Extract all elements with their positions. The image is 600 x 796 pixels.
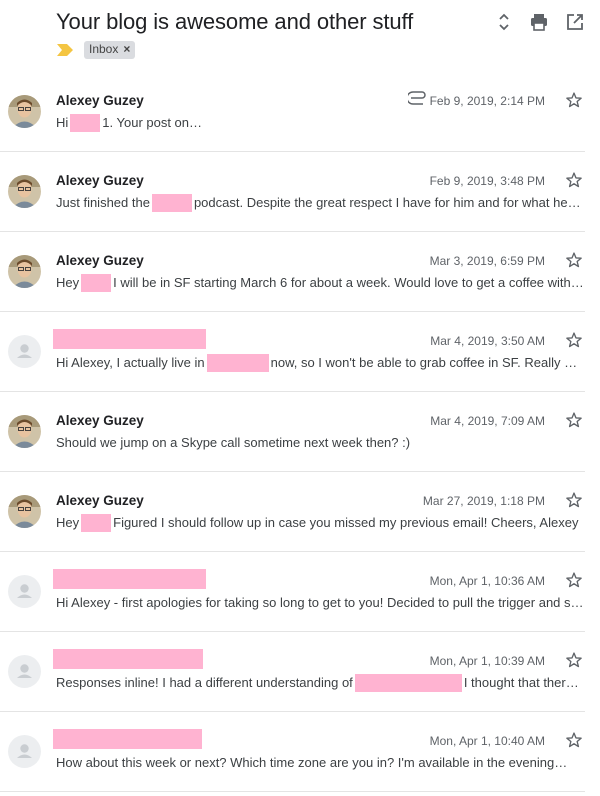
- avatar: [8, 735, 41, 768]
- message-date: Feb 9, 2019, 2:14 PM: [429, 94, 545, 108]
- avatar: [8, 255, 41, 288]
- importance-marker-icon[interactable]: [56, 43, 74, 57]
- print-icon[interactable]: [529, 12, 549, 32]
- snippet-text: Should we jump on a Skype call sometime …: [56, 435, 411, 450]
- sender-name: Alexey Guzey: [56, 93, 144, 108]
- redacted-sender: [53, 569, 206, 589]
- redacted-text: [354, 674, 462, 692]
- message-row[interactable]: Alexey Guzey Feb 9, 2019, 3:48 PM Just fin…: [0, 152, 585, 232]
- snippet-text: Responses inline! I had a different unde…: [56, 675, 353, 690]
- snippet-text: Hey: [56, 275, 80, 290]
- redacted-text: [191, 114, 584, 132]
- thread-subject: Your blog is awesome and other stuff: [56, 9, 414, 34]
- avatar: [8, 655, 41, 688]
- avatar: [8, 495, 41, 528]
- avatar: [8, 415, 41, 448]
- avatar: [8, 95, 41, 128]
- snippet-text: I will be in SF starting March 6 for abo…: [113, 275, 584, 290]
- snippet-text: I thought that there…: [463, 675, 584, 690]
- message-date: Mon, Apr 1, 10:40 AM: [429, 734, 545, 748]
- snippet-text: Just finished the: [56, 195, 150, 210]
- avatar: [8, 335, 41, 368]
- snippet-text: Hi Alexey - first apologies for taking s…: [56, 595, 584, 610]
- message-snippet: How about this week or next? Which time …: [56, 754, 584, 772]
- redacted-text: [81, 274, 112, 292]
- unfold-icon[interactable]: [494, 12, 514, 32]
- message-snippet: Hi 1. Your post on: [56, 114, 584, 132]
- star-icon[interactable]: [565, 251, 583, 269]
- avatar: [8, 175, 41, 208]
- snippet-text: How about this week or next? Which time …: [56, 755, 555, 770]
- thread-labels: Inbox ×: [56, 40, 136, 60]
- message-snippet: Hi Alexey - first apologies for taking s…: [56, 594, 584, 612]
- redacted-text: [70, 114, 101, 132]
- message-row[interactable]: Alexey Guzey Mar 3, 2019, 6:59 PM Hey I wil…: [0, 232, 585, 312]
- snippet-text: Hey: [56, 515, 80, 530]
- sender-name: Alexey Guzey: [56, 253, 144, 268]
- redacted-text: [206, 354, 269, 372]
- message-snippet: Hey I will be in SF starting March 6 for …: [56, 274, 584, 292]
- thread-header: Your blog is awesome and other stuff Inb…: [0, 0, 600, 78]
- snippet-text: Hi Alexey, I actually live in: [56, 355, 205, 370]
- message-list: Alexey Guzey Feb 9, 2019, 2:14 PM Hi 1. You…: [0, 72, 600, 792]
- message-snippet: Should we jump on a Skype call sometime …: [56, 434, 584, 452]
- star-icon[interactable]: [565, 411, 583, 429]
- label-chip-text: Inbox: [89, 42, 119, 56]
- redacted-text: [81, 514, 112, 532]
- sender-name: Alexey Guzey: [56, 173, 144, 188]
- message-row[interactable]: Mon, Apr 1, 10:39 AM Responses inline! I …: [0, 632, 585, 712]
- message-row[interactable]: Mar 4, 2019, 3:50 AM Hi Alexey, I actuall…: [0, 312, 585, 392]
- message-snippet: Hi Alexey, I actually live in now, so I w…: [56, 354, 584, 372]
- snippet-text: now, so I won't be able to grab coffee i…: [270, 355, 584, 370]
- redacted-sender: [53, 729, 202, 749]
- label-chip-inbox[interactable]: Inbox ×: [84, 41, 136, 59]
- message-row[interactable]: Mon, Apr 1, 10:40 AM How about this week …: [0, 712, 585, 792]
- sender-name: Alexey Guzey: [56, 413, 144, 428]
- redacted-sender: [53, 649, 203, 669]
- remove-label-button[interactable]: ×: [123, 42, 130, 57]
- message-row[interactable]: Mon, Apr 1, 10:36 AM Hi Alexey - first ap…: [0, 552, 585, 632]
- message-row[interactable]: Alexey Guzey Mar 4, 2019, 7:09 AM Should w…: [0, 392, 585, 472]
- message-snippet: Responses inline! I had a different unde…: [56, 674, 584, 692]
- message-date: Mon, Apr 1, 10:39 AM: [429, 654, 545, 668]
- message-snippet: Just finished the podcast. Despite the gr…: [56, 194, 584, 212]
- message-snippet: Hey Figured I should follow up in case yo…: [56, 514, 584, 532]
- message-row[interactable]: Alexey Guzey Feb 9, 2019, 2:14 PM Hi 1. You…: [0, 72, 585, 152]
- open-in-new-icon[interactable]: [565, 12, 585, 32]
- star-icon[interactable]: [565, 171, 583, 189]
- star-icon[interactable]: [565, 571, 583, 589]
- message-date: Mar 27, 2019, 1:18 PM: [422, 494, 545, 508]
- star-icon[interactable]: [565, 491, 583, 509]
- message-date: Mar 3, 2019, 6:59 PM: [429, 254, 545, 268]
- snippet-text: 1. Your post on: [102, 115, 190, 130]
- star-icon[interactable]: [565, 731, 583, 749]
- message-date: Feb 9, 2019, 3:48 PM: [429, 174, 545, 188]
- star-icon[interactable]: [565, 651, 583, 669]
- snippet-text: Hi: [56, 115, 69, 130]
- message-date: Mar 4, 2019, 3:50 AM: [430, 334, 545, 348]
- message-date: Mon, Apr 1, 10:36 AM: [429, 574, 545, 588]
- message-date: Mar 4, 2019, 7:09 AM: [430, 414, 545, 428]
- star-icon[interactable]: [565, 331, 583, 349]
- sender-name: Alexey Guzey: [56, 493, 144, 508]
- star-icon[interactable]: [565, 91, 583, 109]
- redacted-sender: [53, 329, 206, 349]
- avatar: [8, 575, 41, 608]
- snippet-text: Figured I should follow up in case you m…: [113, 515, 579, 530]
- message-row[interactable]: Alexey Guzey Mar 27, 2019, 1:18 PM Hey Figu…: [0, 472, 585, 552]
- redacted-text: [151, 194, 192, 212]
- paperclip-icon: [406, 91, 428, 105]
- snippet-text: podcast. Despite the great respect I hav…: [193, 195, 584, 210]
